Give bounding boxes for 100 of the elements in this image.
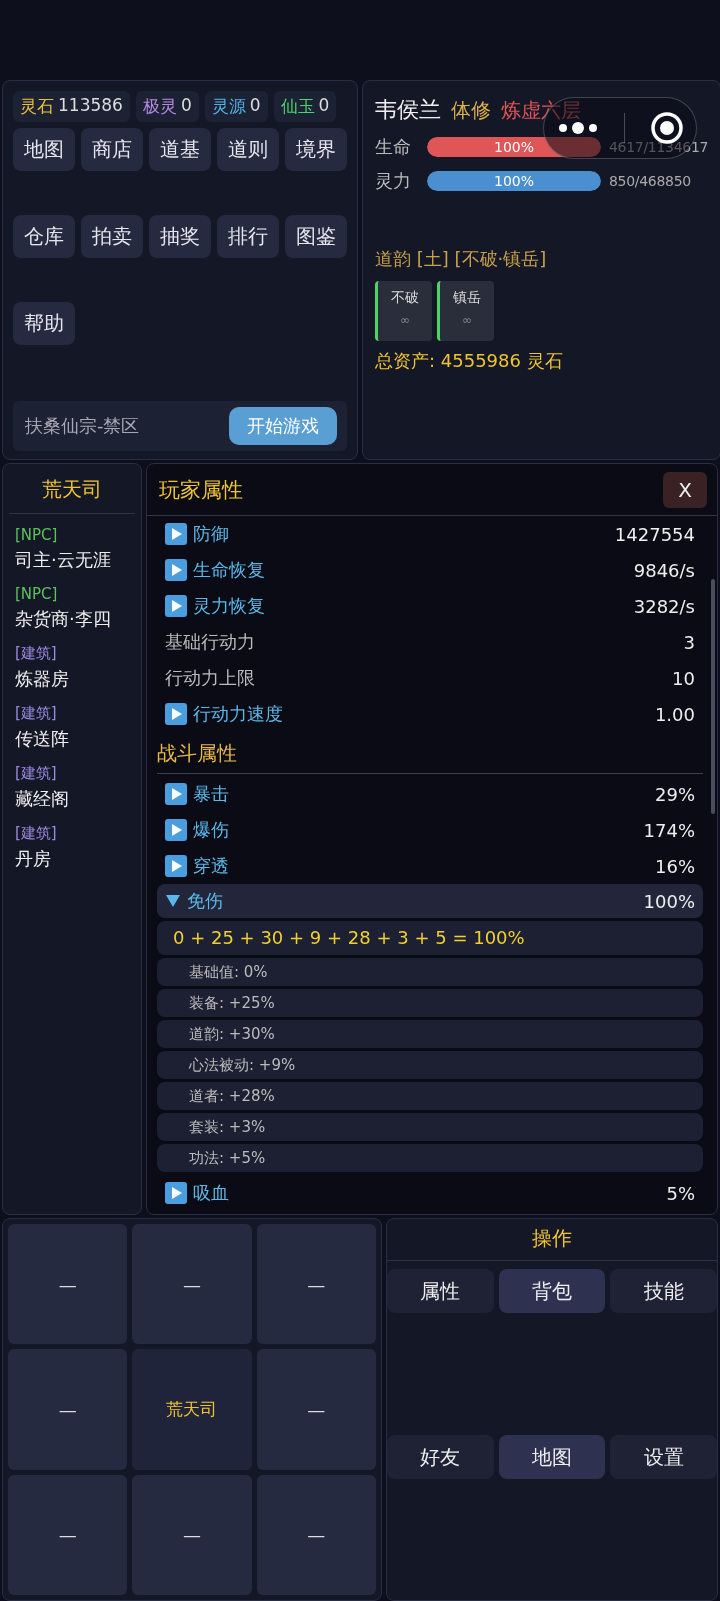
entry-tag: [NPC]: [15, 526, 129, 544]
breakdown-row: 心法被动: +9%: [157, 1051, 703, 1079]
entry-tag: [建筑]: [15, 704, 129, 723]
stat-label[interactable]: 行动力速度: [193, 702, 283, 726]
location-name: 扶桑仙宗-禁区: [25, 414, 140, 438]
entry-tag: [建筑]: [15, 764, 129, 783]
action-button[interactable]: 属性: [387, 1269, 494, 1313]
stat-label: 行动力上限: [165, 666, 255, 690]
currency-value: 0: [249, 95, 261, 117]
expand-play-icon[interactable]: [165, 855, 187, 877]
section-heading: 战斗属性: [157, 732, 703, 774]
menu-button[interactable]: 帮助: [13, 302, 75, 345]
breakdown-row: 功法: +5%: [157, 1144, 703, 1172]
stat-value: 16%: [655, 855, 695, 877]
stat-value: 9846/s: [633, 559, 695, 581]
stat-label[interactable]: 灵力恢复: [193, 594, 265, 618]
stat-label[interactable]: 暴击: [193, 782, 229, 806]
entry-name[interactable]: 藏经阁: [15, 787, 129, 811]
currency-value: 0: [318, 95, 330, 117]
bar-reading: 4617/1134617: [609, 139, 709, 155]
card-duration: ∞: [400, 313, 410, 327]
breakdown-row: 基础值: 0%: [157, 958, 703, 986]
menu-button[interactable]: 地图: [13, 128, 75, 171]
currency-label: 仙玉: [280, 95, 315, 118]
expand-play-icon[interactable]: [165, 595, 187, 617]
formula-row: 0 + 25 + 30 + 9 + 28 + 3 + 5 = 100%: [157, 921, 703, 955]
bar-label: 灵力: [375, 169, 412, 193]
action-button[interactable]: 地图: [498, 1435, 606, 1479]
menu-button[interactable]: 仓库: [13, 215, 75, 258]
stat-label[interactable]: 免伤: [187, 889, 223, 913]
currency-value: 113586: [58, 95, 123, 117]
stat-label[interactable]: 爆伤: [193, 818, 229, 842]
menu-button[interactable]: 道基: [149, 128, 211, 171]
entry-tag: [建筑]: [15, 824, 129, 843]
panel-title: 荒天司: [9, 472, 135, 514]
entry-tag: [建筑]: [15, 644, 129, 663]
breakdown-row: 套装: +3%: [157, 1113, 703, 1141]
map-cell[interactable]: —: [8, 1474, 128, 1595]
breakdown-row: 道者: +28%: [157, 1082, 703, 1110]
stat-value: 1427554: [614, 523, 695, 545]
menu-button[interactable]: 境界: [285, 128, 347, 171]
expand-play-icon[interactable]: [165, 523, 187, 545]
currency-label: 灵石: [20, 95, 54, 118]
action-button[interactable]: 好友: [387, 1435, 494, 1479]
expand-play-icon[interactable]: [165, 783, 187, 805]
map-cell[interactable]: —: [132, 1474, 252, 1595]
entry-name[interactable]: 炼器房: [15, 667, 129, 691]
stat-label[interactable]: 吸血: [193, 1181, 229, 1205]
menu-button[interactable]: 道则: [217, 128, 279, 171]
stat-label[interactable]: 防御: [193, 522, 229, 546]
stat-label[interactable]: 穿透: [193, 854, 229, 878]
card-name: 不破: [391, 289, 419, 307]
entry-name[interactable]: 丹房: [15, 847, 129, 871]
currency-label: 极灵: [142, 95, 177, 118]
modal-title: 玩家属性: [159, 476, 243, 504]
stat-value: 5%: [666, 1182, 695, 1204]
currency-label: 灵源: [211, 95, 246, 118]
map-cell[interactable]: —: [8, 1224, 128, 1345]
total-assets: 总资产: 4555986 灵石: [375, 349, 564, 373]
card-name: 镇岳: [453, 289, 481, 307]
menu-button[interactable]: 抽奖: [149, 215, 211, 258]
expanded-stat-row[interactable]: 免伤 100%: [157, 884, 703, 918]
player-name: 韦侯兰: [375, 96, 441, 124]
map-cell[interactable]: —: [256, 1349, 376, 1470]
stat-value: 3: [683, 631, 695, 653]
map-cell[interactable]: —: [256, 1224, 376, 1345]
map-cell[interactable]: 荒天司: [132, 1349, 252, 1470]
menu-button[interactable]: 图鉴: [285, 215, 347, 258]
action-button[interactable]: 设置: [610, 1435, 717, 1479]
map-cell[interactable]: —: [8, 1349, 128, 1470]
bar-percent: 100%: [493, 172, 535, 191]
stat-value: 10: [672, 667, 695, 689]
breakdown-row: 道韵: +30%: [157, 1020, 703, 1048]
stat-label: 基础行动力: [165, 630, 255, 654]
action-button[interactable]: 背包: [498, 1269, 606, 1313]
menu-button[interactable]: 拍卖: [81, 215, 143, 258]
map-cell[interactable]: —: [132, 1224, 252, 1345]
menu-button[interactable]: 排行: [217, 215, 279, 258]
expand-play-icon[interactable]: [165, 819, 187, 841]
scrollbar[interactable]: [711, 579, 715, 814]
entry-name[interactable]: 司主·云无涯: [15, 548, 129, 572]
close-button[interactable]: X: [663, 471, 707, 508]
action-button[interactable]: 技能: [610, 1269, 717, 1313]
map-cell[interactable]: —: [256, 1474, 376, 1595]
expand-play-icon[interactable]: [165, 559, 187, 581]
panel-title: 操作: [387, 1219, 717, 1261]
expand-play-icon[interactable]: [165, 1182, 187, 1204]
entry-name[interactable]: 杂货商·李四: [15, 607, 129, 631]
dao-title: 道韵 [土] [不破·镇岳]: [375, 247, 548, 271]
card-duration: ∞: [462, 313, 472, 327]
currency-value: 0: [180, 95, 192, 117]
stat-value: 100%: [643, 890, 695, 912]
expand-play-icon[interactable]: [165, 703, 187, 725]
more-icon[interactable]: [556, 121, 599, 135]
entry-name[interactable]: 传送阵: [15, 727, 129, 751]
stat-value: 29%: [655, 783, 695, 805]
stat-label[interactable]: 生命恢复: [193, 558, 265, 582]
menu-button[interactable]: 商店: [81, 128, 143, 171]
collapse-triangle-icon[interactable]: [165, 894, 181, 908]
stat-value: 1.00: [654, 703, 695, 725]
